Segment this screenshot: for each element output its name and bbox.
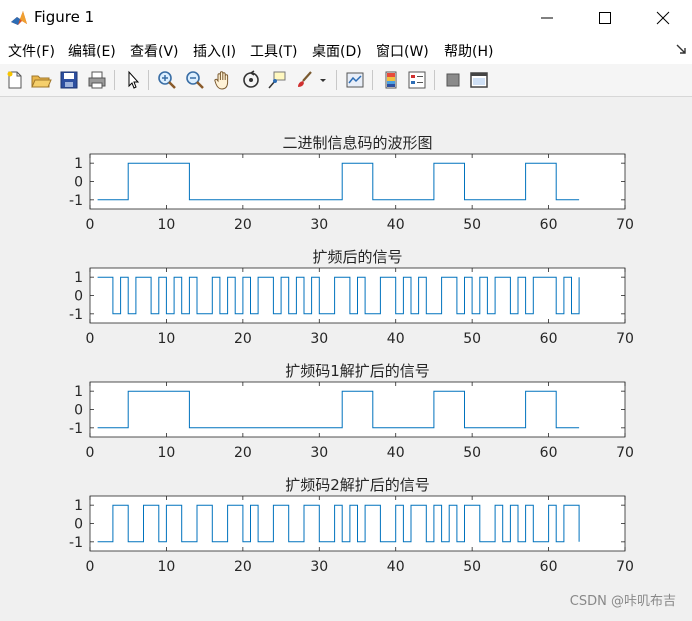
x-tick-label: 50 <box>463 331 481 347</box>
subplot-title: 扩频后的信号 <box>312 248 402 266</box>
y-tick-label: 1 <box>74 156 83 172</box>
y-tick-label: 0 <box>74 289 83 305</box>
close-icon <box>656 11 670 25</box>
x-tick-label: 40 <box>387 445 405 461</box>
minimize-icon <box>541 17 553 19</box>
subplot-2: 扩频后的信号0 10 20 30 40 50 60 7010-1 <box>69 248 634 347</box>
figure-canvas: 二进制信息码的波形图 0 10 20 30 40 50 60 70 1 0 -1 扩频后的信号 0 10 20… <box>0 97 692 617</box>
toolbar-separator <box>434 70 435 90</box>
maximize-button[interactable] <box>582 0 628 36</box>
legend-icon[interactable] <box>406 69 428 91</box>
zoom-out-icon[interactable] <box>184 69 206 91</box>
print-icon[interactable] <box>86 69 108 91</box>
x-tick-label: 70 <box>616 331 634 347</box>
x-tick-label: 10 <box>158 331 176 347</box>
zoom-in-icon[interactable] <box>156 69 178 91</box>
x-tick-label: 0 <box>86 217 95 233</box>
y-tick-label: -1 <box>69 535 83 551</box>
edit-plot-cursor-icon[interactable] <box>122 69 144 91</box>
brush-icon[interactable] <box>294 69 316 91</box>
figure-toolbar <box>0 64 692 97</box>
figure-plots: 二进制信息码的波形图0 10 20 30 40 50 60 7010-1扩频后的信号0 10 20… <box>69 134 634 575</box>
x-tick-label: 50 <box>463 445 481 461</box>
save-icon[interactable] <box>58 69 80 91</box>
menu-window[interactable]: 窗口(W) <box>376 41 429 61</box>
x-tick-label: 60 <box>540 217 558 233</box>
pan-hand-icon[interactable] <box>212 69 234 91</box>
x-tick-label: 70 <box>616 559 634 575</box>
x-tick-label: 50 <box>463 217 481 233</box>
x-tick-label: 10 <box>158 217 176 233</box>
minimize-button[interactable] <box>524 0 570 36</box>
subplot-1: 二进制信息码的波形图0 10 20 30 40 50 60 7010-1 <box>69 134 634 233</box>
menu-insert[interactable]: 插入(I) <box>193 41 236 61</box>
open-file-icon[interactable] <box>30 69 52 91</box>
colorbar-icon[interactable] <box>380 69 402 91</box>
axes-box <box>89 381 626 438</box>
subplot-4: 扩频码2解扩后的信号0 10 20 30 40 50 60 7010-1 <box>69 476 634 575</box>
x-tick-label: 20 <box>234 559 252 575</box>
subplot-title: 扩频码2解扩后的信号 <box>285 476 430 494</box>
title-bar: Figure 1 <box>0 0 692 36</box>
x-tick-label: 40 <box>387 559 405 575</box>
watermark-text: CSDN @咔叽布吉 <box>569 594 676 609</box>
toolbar-separator <box>372 70 373 90</box>
menu-view[interactable]: 查看(V) <box>130 41 179 61</box>
maximize-icon <box>599 12 611 24</box>
subplot-title: 二进制信息码的波形图 <box>282 134 432 152</box>
y-tick-label: -1 <box>69 193 83 209</box>
matlab-logo-icon <box>10 9 28 27</box>
x-tick-label: 40 <box>387 331 405 347</box>
show-plot-tools-icon[interactable] <box>468 69 490 91</box>
x-tick-label: 0 <box>86 445 95 461</box>
x-tick-label: 30 <box>310 217 328 233</box>
x-tick-label: 20 <box>234 217 252 233</box>
toolbar-separator <box>114 70 115 90</box>
menu-help[interactable]: 帮助(H) <box>444 41 493 61</box>
x-tick-label: 10 <box>158 559 176 575</box>
data-cursor-icon[interactable] <box>266 69 288 91</box>
x-tick-label: 20 <box>234 445 252 461</box>
axes-box <box>89 153 626 210</box>
y-tick-label: -1 <box>69 307 83 323</box>
x-tick-label: 50 <box>463 559 481 575</box>
x-tick-label: 30 <box>310 331 328 347</box>
x-tick-label: 70 <box>616 217 634 233</box>
x-tick-label: 10 <box>158 445 176 461</box>
x-tick-label: 60 <box>540 445 558 461</box>
toolbar-separator <box>148 70 149 90</box>
menu-bar: 文件(F) 编辑(E) 查看(V) 插入(I) 工具(T) 桌面(D) 窗口(W… <box>0 36 692 64</box>
close-button[interactable] <box>640 0 686 36</box>
x-tick-label: 70 <box>616 445 634 461</box>
y-tick-label: 1 <box>74 498 83 514</box>
y-tick-label: -1 <box>69 421 83 437</box>
rotate-3d-icon[interactable] <box>240 69 262 91</box>
toolbar-separator <box>336 70 337 90</box>
x-tick-label: 40 <box>387 217 405 233</box>
x-tick-label: 30 <box>310 559 328 575</box>
menu-edit[interactable]: 编辑(E) <box>68 41 116 61</box>
x-tick-label: 20 <box>234 331 252 347</box>
window-title: Figure 1 <box>34 8 95 26</box>
menu-desktop[interactable]: 桌面(D) <box>312 41 362 61</box>
y-tick-label: 1 <box>74 384 83 400</box>
x-tick-label: 0 <box>86 331 95 347</box>
x-tick-label: 0 <box>86 559 95 575</box>
subplot-3: 扩频码1解扩后的信号0 10 20 30 40 50 60 7010-1 <box>69 362 634 461</box>
link-plot-icon[interactable] <box>344 69 366 91</box>
y-tick-label: 1 <box>74 270 83 286</box>
x-tick-label: 60 <box>540 331 558 347</box>
menu-tools[interactable]: 工具(T) <box>250 41 297 61</box>
x-tick-label: 30 <box>310 445 328 461</box>
y-tick-label: 0 <box>74 403 83 419</box>
hide-plot-tools-icon[interactable] <box>442 69 464 91</box>
subplot-title: 扩频码1解扩后的信号 <box>285 362 430 380</box>
y-tick-label: 0 <box>74 517 83 533</box>
new-figure-icon[interactable] <box>4 69 26 91</box>
x-tick-label: 60 <box>540 559 558 575</box>
y-tick-label: 0 <box>74 175 83 191</box>
menu-file[interactable]: 文件(F) <box>8 41 55 61</box>
brush-dropdown-icon[interactable] <box>318 69 328 91</box>
dock-arrow-icon[interactable] <box>676 44 686 54</box>
